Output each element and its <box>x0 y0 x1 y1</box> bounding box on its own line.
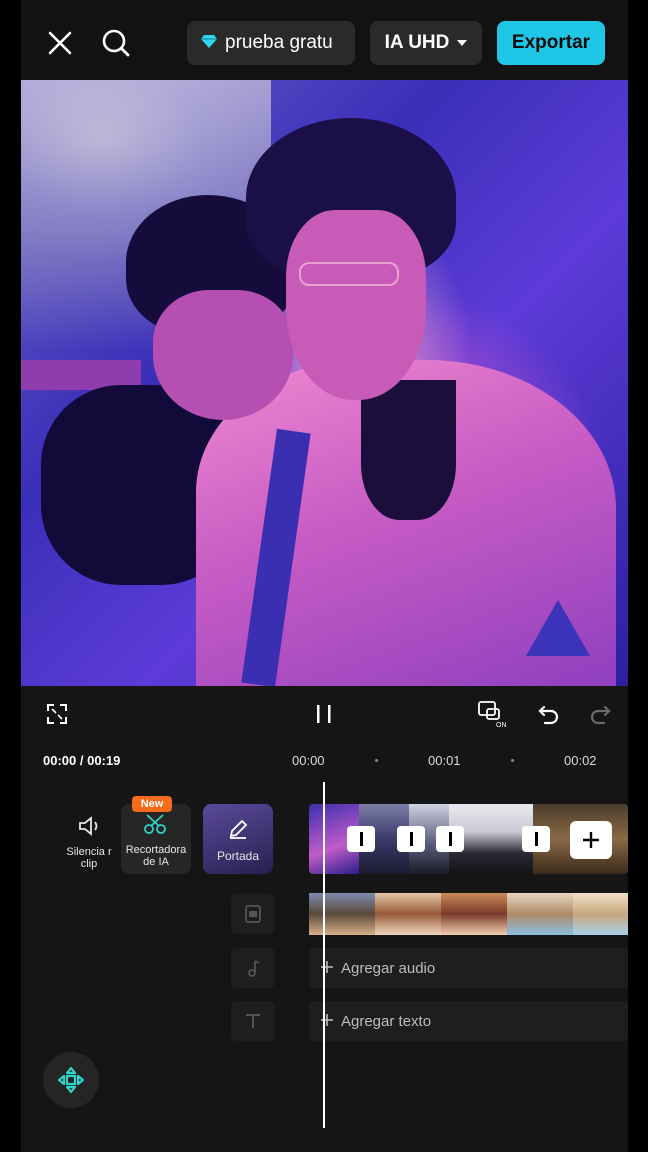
overlay-icon[interactable] <box>231 894 275 934</box>
quality-label: IA UHD <box>384 32 450 53</box>
pause-icon[interactable] <box>308 698 340 730</box>
move-cross-icon[interactable] <box>43 1052 99 1108</box>
add-audio-label: Agregar audio <box>341 959 436 977</box>
scissors-icon <box>143 813 169 838</box>
pencil-icon <box>227 818 249 842</box>
video-preview[interactable] <box>21 80 628 686</box>
ruler-tick: 00:00 <box>292 753 325 768</box>
playhead[interactable] <box>323 782 325 1128</box>
ai-cutout-label: Recortadora de IA <box>125 844 187 868</box>
overlay-thumbnail <box>573 893 628 935</box>
export-button[interactable]: Exportar <box>497 21 605 65</box>
mute-clip-label: Silencia r clip <box>66 846 112 870</box>
add-clip-button[interactable] <box>570 821 612 859</box>
free-trial-label: prueba gratu <box>225 32 333 53</box>
speaker-icon <box>77 815 101 840</box>
preview-shape <box>361 380 456 520</box>
playback-controls: ON <box>21 686 628 742</box>
music-note-icon[interactable] <box>231 948 275 988</box>
overlay-thumbnail <box>309 893 375 935</box>
preview-shape <box>299 262 399 286</box>
add-audio-button[interactable]: Agregar audio <box>309 948 628 988</box>
video-editor: prueba gratu IA UHD Exportar ON 00:00 / … <box>21 0 628 1152</box>
keyframe-on-icon[interactable]: ON <box>477 698 509 730</box>
ruler-tick: 00:02 <box>564 753 597 768</box>
cover-label: Portada <box>216 849 260 863</box>
time-ruler: 00:00 / 00:19 00:00 00:01 00:02 <box>21 746 628 776</box>
overlay-thumbnail <box>375 893 441 935</box>
clip-transition-handle[interactable] <box>436 826 464 852</box>
preview-shape <box>153 290 293 420</box>
search-icon[interactable] <box>97 24 135 62</box>
overlay-track[interactable] <box>309 893 628 935</box>
new-badge: New <box>132 796 172 812</box>
cover-button[interactable]: Portada <box>203 804 273 874</box>
clip-transition-handle[interactable] <box>397 826 425 852</box>
fullscreen-icon[interactable] <box>41 698 73 730</box>
add-text-button[interactable]: Agregar texto <box>309 1001 628 1041</box>
svg-text:ON: ON <box>496 722 507 728</box>
text-icon[interactable] <box>231 1001 275 1041</box>
preview-shape <box>286 210 426 400</box>
ai-cutout-button[interactable]: Recortadora de IA <box>121 804 191 874</box>
clip-transition-handle[interactable] <box>522 826 550 852</box>
diamond-icon <box>201 32 217 54</box>
ruler-dot <box>511 759 514 762</box>
ruler-tick: 00:01 <box>428 753 461 768</box>
overlay-thumbnail <box>507 893 573 935</box>
overlay-thumbnail <box>441 893 507 935</box>
chevron-down-icon <box>457 40 468 46</box>
free-trial-button[interactable]: prueba gratu <box>187 21 355 65</box>
mute-clip-button[interactable]: Silencia r clip <box>63 810 115 870</box>
preview-shape <box>526 600 590 656</box>
redo-icon[interactable] <box>584 698 616 730</box>
top-bar: prueba gratu IA UHD Exportar <box>21 0 628 80</box>
quality-dropdown[interactable]: IA UHD <box>370 21 482 65</box>
clip-transition-handle[interactable] <box>347 826 375 852</box>
add-text-label: Agregar texto <box>341 1012 432 1030</box>
ruler-dot <box>375 759 378 762</box>
undo-icon[interactable] <box>533 698 565 730</box>
time-counter: 00:00 / 00:19 <box>43 753 121 768</box>
close-icon[interactable] <box>43 24 77 62</box>
